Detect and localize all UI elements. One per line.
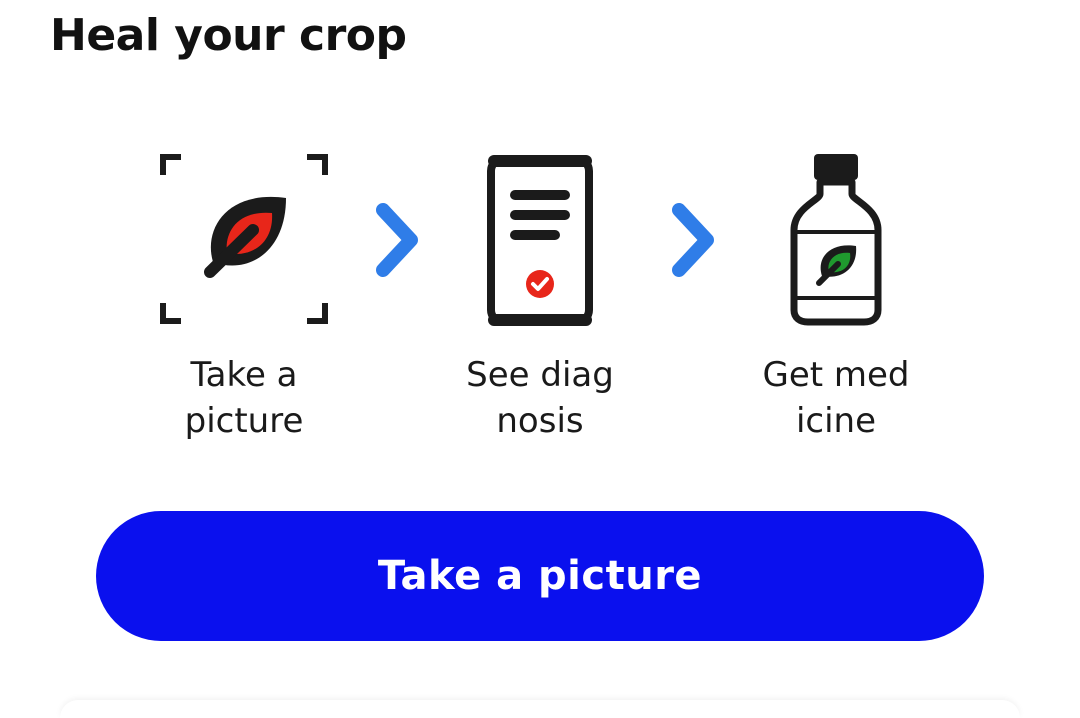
medicine-bottle-icon	[786, 150, 886, 332]
step-label-take-picture: Take a picture	[184, 355, 304, 441]
phone-diagnosis-icon	[484, 150, 596, 332]
card-bottom-edge	[60, 700, 1020, 718]
leaf-scan-icon	[158, 150, 330, 332]
page-title: Heal your crop	[50, 10, 407, 61]
chevron-right-icon	[669, 200, 719, 284]
step-label-get-medicine: Get med icine	[762, 355, 910, 441]
take-picture-button[interactable]: Take a picture	[96, 511, 984, 641]
step-label-see-diagnosis: See diag nosis	[466, 355, 614, 441]
heal-crop-card: Heal your crop Take a picture See diag n…	[0, 0, 1080, 718]
chevron-right-icon	[373, 200, 423, 284]
